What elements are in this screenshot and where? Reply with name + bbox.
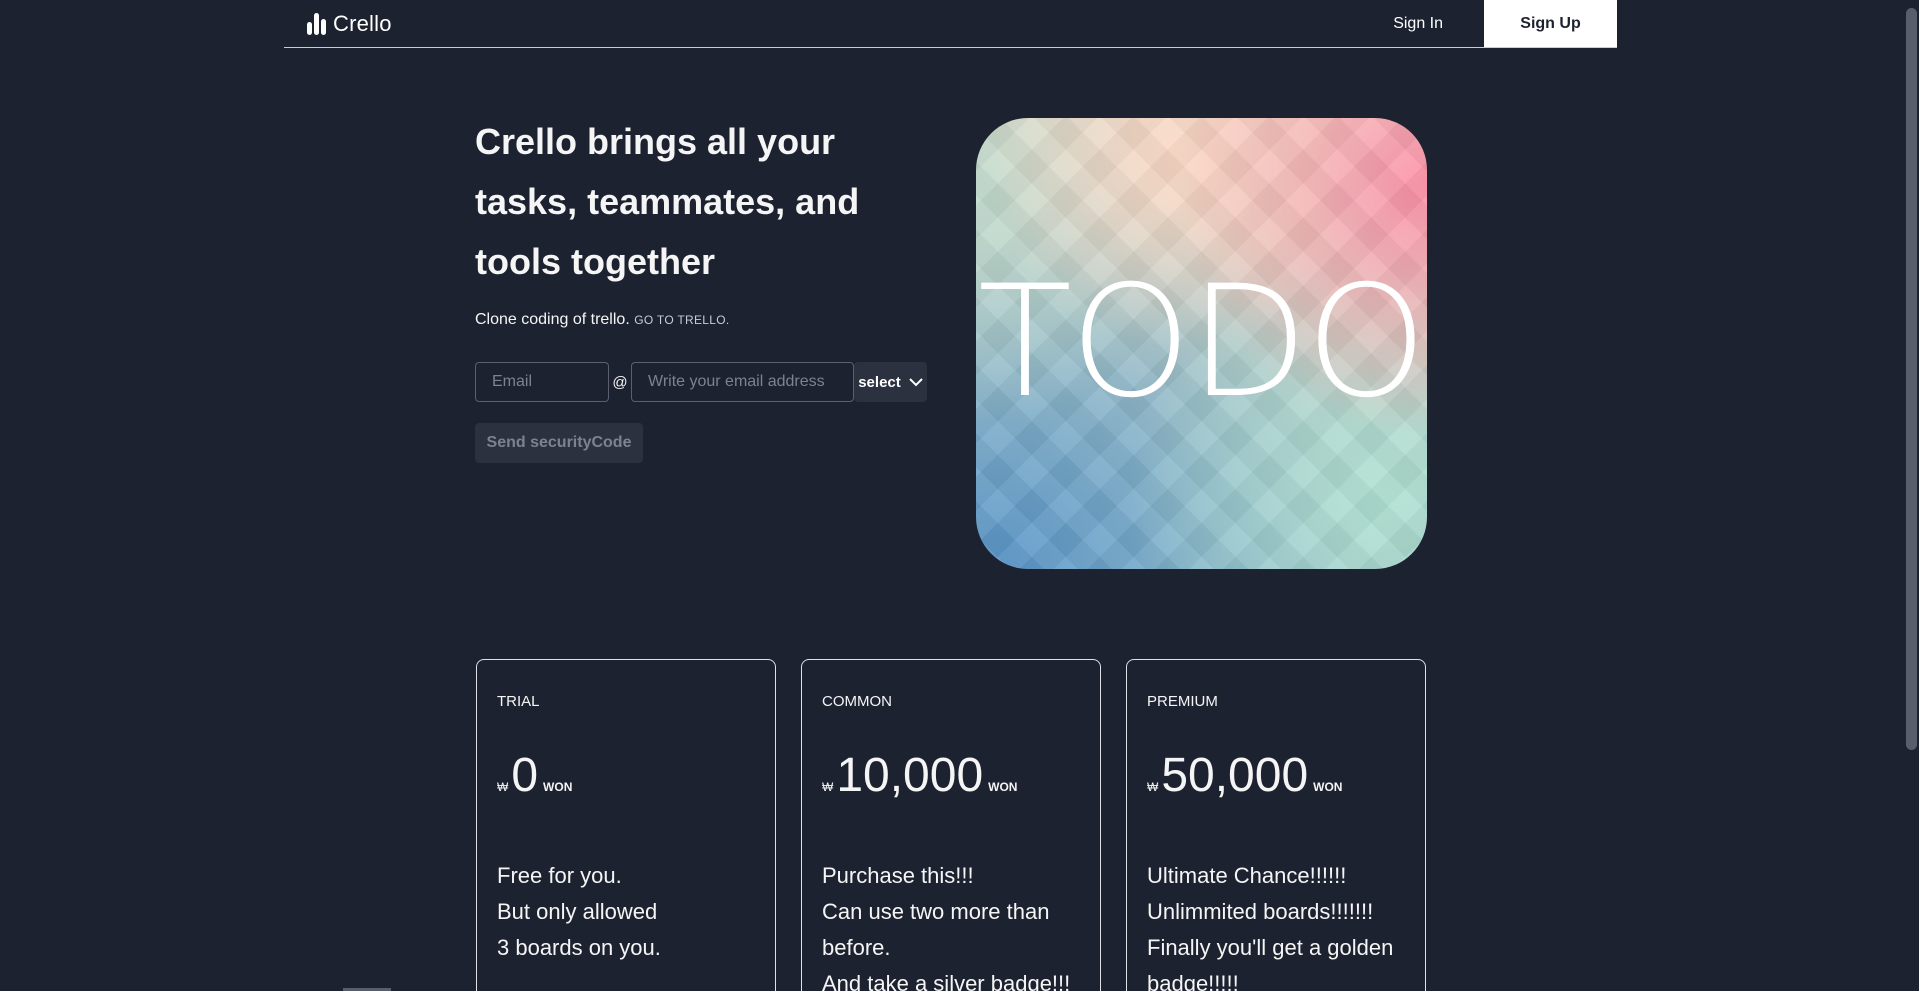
logo-text: Crello [333, 10, 392, 36]
plan-card-trial: TRIAL ₩ 0 WON Free for you. But only all… [476, 659, 776, 991]
go-to-trello-link[interactable]: GO TO TRELLO. [634, 313, 729, 327]
plan-name: COMMON [822, 693, 892, 710]
page: Crello Sign In Sign Up Crello brings all… [0, 0, 1919, 991]
plan-description-line: 3 boards on you. [497, 935, 661, 960]
currency-symbol: ₩ [497, 780, 509, 794]
scrollbar-thumb[interactable] [1906, 8, 1917, 750]
plan-description-line: Finally you'll get a golden [1147, 935, 1394, 960]
domain-select[interactable]: select [854, 362, 927, 402]
plan-description: Free for you. But only allowed 3 boards … [497, 858, 767, 966]
plan-card-premium: PREMIUM ₩ 50,000 WON Ultimate Chance!!!!… [1126, 659, 1426, 991]
vertical-scrollbar[interactable] [1902, 0, 1919, 991]
plan-description-line: Purchase this!!! [822, 863, 974, 888]
plan-description: Ultimate Chance!!!!!! Unlimmited boards!… [1147, 858, 1417, 991]
domain-select-label: select [858, 373, 901, 391]
plan-description: Purchase this!!! Can use two more than b… [822, 858, 1092, 991]
sign-up-button[interactable]: Sign Up [1484, 0, 1617, 47]
plan-description-line: And take a silver badge!!! [822, 971, 1071, 991]
email-form: @ select [475, 362, 927, 402]
currency-unit: WON [543, 780, 573, 794]
plan-price: ₩ 10,000 WON [822, 748, 1017, 803]
plan-price: ₩ 50,000 WON [1147, 748, 1342, 803]
nav-actions: Sign In Sign Up [1393, 0, 1617, 47]
plan-description-line: Can use two more than [822, 899, 1050, 924]
plan-description-line: Free for you. [497, 863, 622, 888]
plan-amount: 10,000 [836, 749, 984, 802]
currency-unit: WON [1313, 780, 1343, 794]
plan-card-common: COMMON ₩ 10,000 WON Purchase this!!! Can… [801, 659, 1101, 991]
hero-subtitle: Clone coding of trello. GO TO TRELLO. [475, 311, 729, 329]
plan-name: PREMIUM [1147, 693, 1218, 710]
logo[interactable]: Crello [307, 11, 392, 37]
todo-image-text: TODO [977, 253, 1427, 432]
send-security-code-button[interactable]: Send securityCode [475, 423, 643, 463]
email-domain-input[interactable] [631, 362, 854, 402]
currency-unit: WON [988, 780, 1018, 794]
plan-description-line: before. [822, 935, 891, 960]
plan-price: ₩ 0 WON [497, 748, 572, 803]
sign-in-link[interactable]: Sign In [1393, 15, 1443, 33]
hero-subtitle-text: Clone coding of trello. [475, 311, 630, 328]
plan-description-line: badge!!!!! [1147, 971, 1239, 991]
email-input[interactable] [475, 362, 609, 402]
top-nav: Crello Sign In Sign Up [284, 0, 1617, 48]
currency-symbol: ₩ [822, 780, 834, 794]
at-sign: @ [612, 373, 628, 391]
plan-description-line: Unlimmited boards!!!!!!! [1147, 899, 1374, 924]
plan-name: TRIAL [497, 693, 540, 710]
plan-description-line: Ultimate Chance!!!!!! [1147, 863, 1347, 888]
todo-hero-image: TODO [976, 118, 1427, 569]
currency-symbol: ₩ [1147, 780, 1159, 794]
bar-chart-icon [307, 12, 326, 35]
chevron-down-icon [909, 377, 923, 386]
plan-amount: 50,000 [1161, 749, 1309, 802]
hero-title: Crello brings all your tasks, teammates,… [475, 121, 860, 282]
plan-description-line: But only allowed [497, 899, 658, 924]
plan-amount: 0 [511, 749, 539, 802]
